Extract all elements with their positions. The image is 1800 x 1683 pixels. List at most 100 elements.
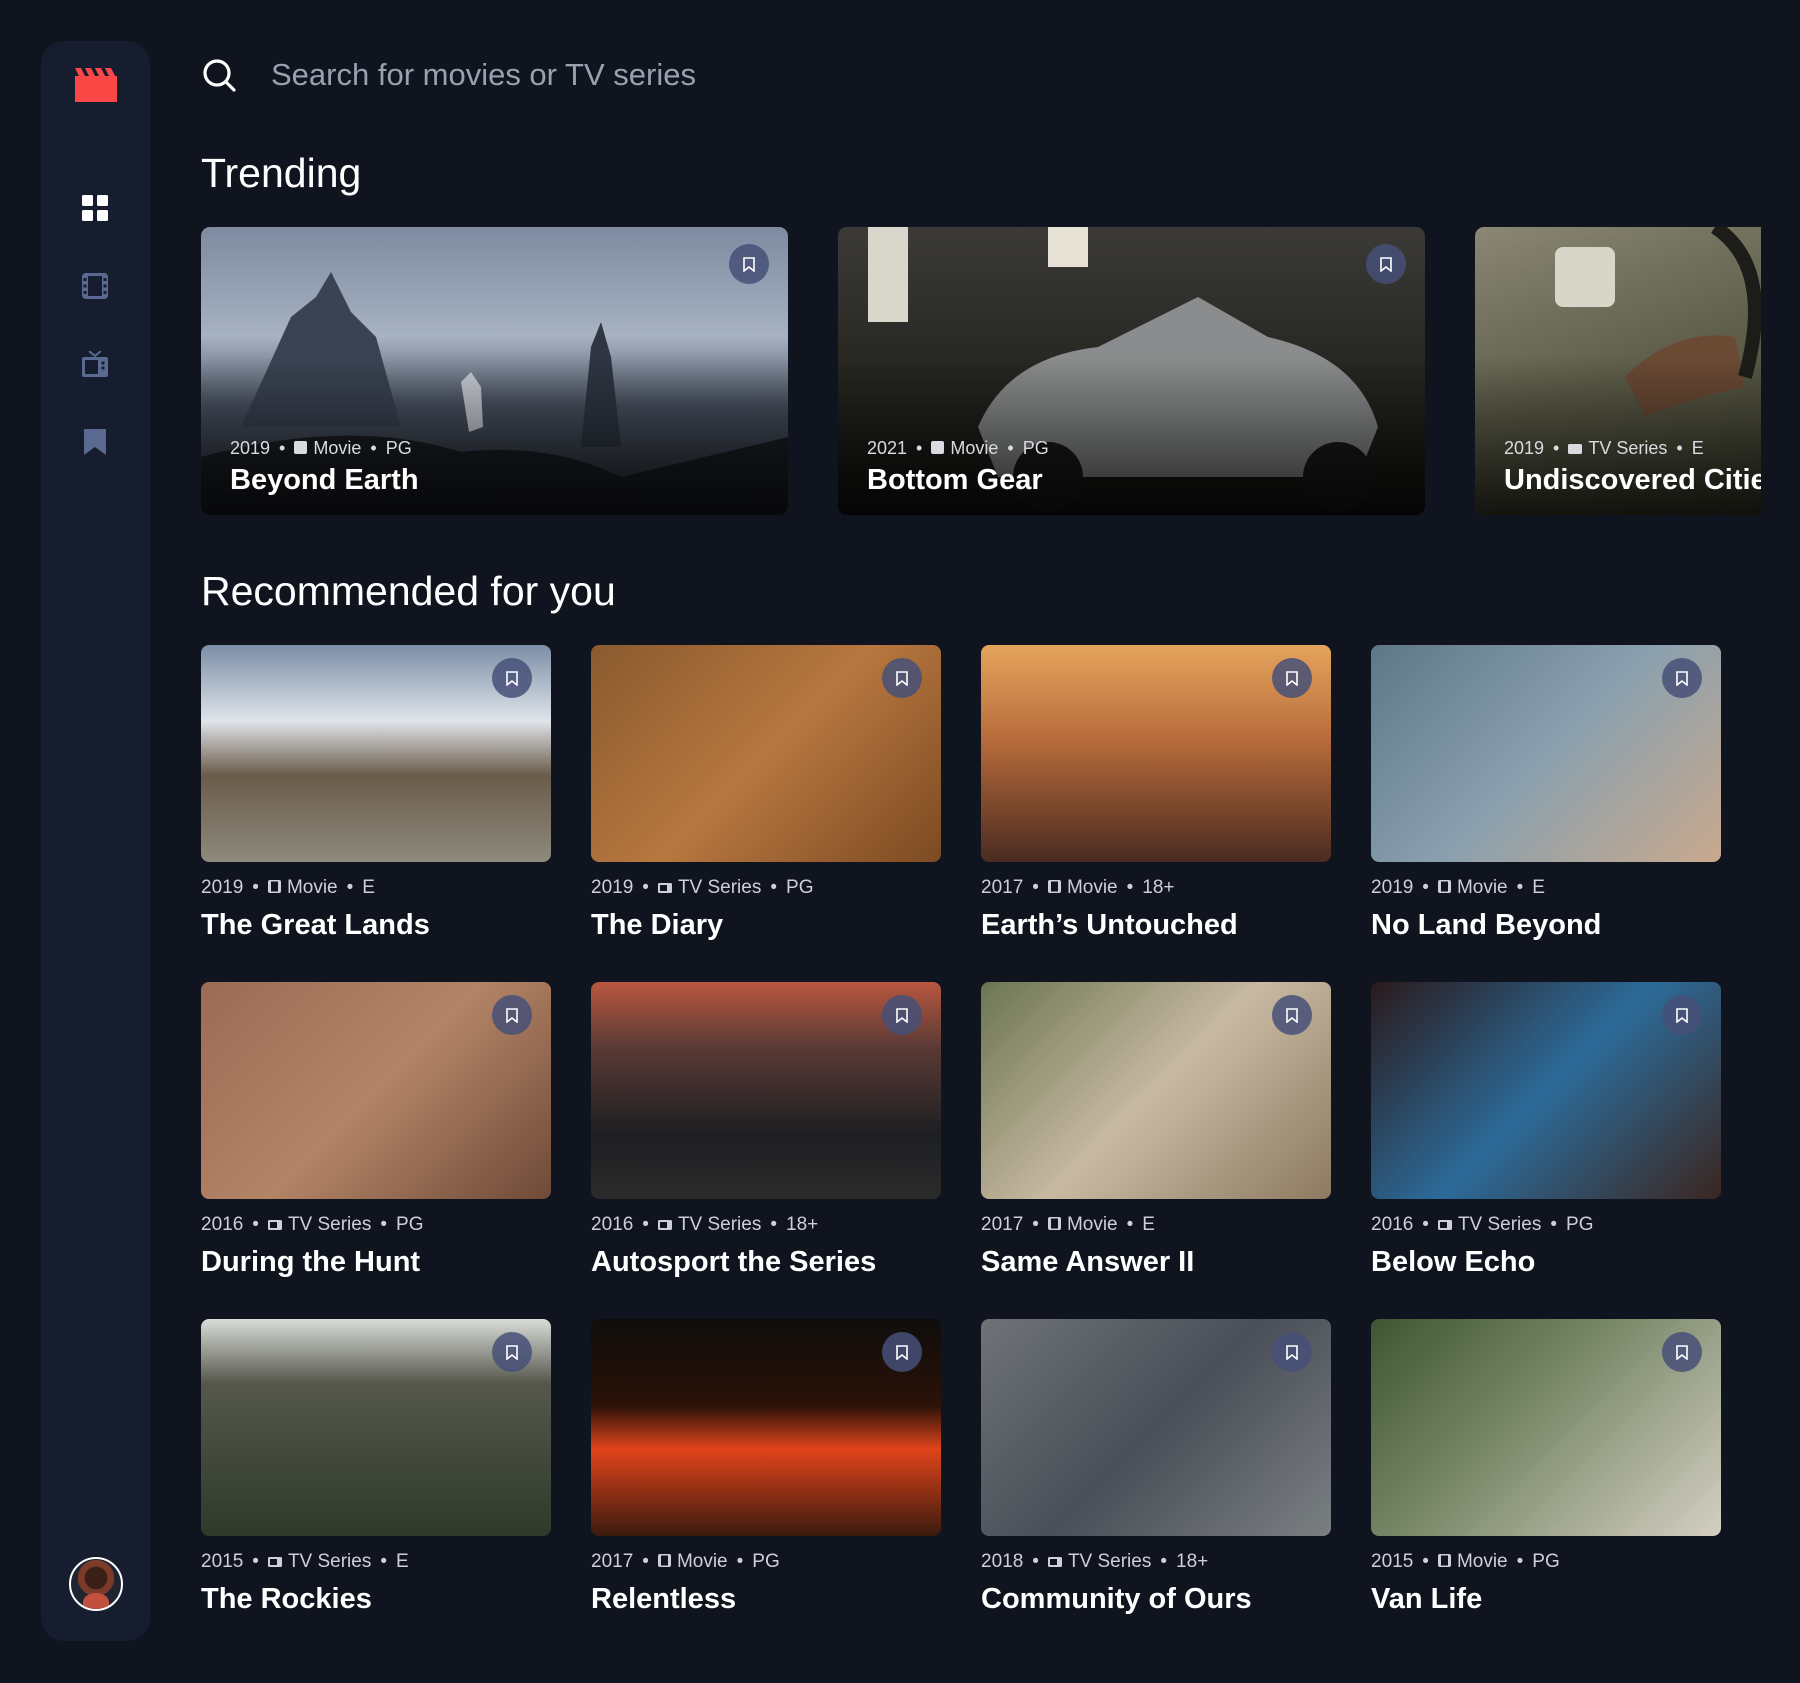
thumbnail[interactable] — [201, 1319, 551, 1536]
trend-title: Bottom Gear — [867, 464, 1043, 496]
recommended-card[interactable]: 2016 • TV Series • 18+ Autosport the Series — [591, 982, 941, 1279]
thumbnail[interactable] — [981, 1319, 1331, 1536]
tv-category-icon — [657, 877, 672, 899]
thumbnail[interactable] — [1371, 1319, 1721, 1536]
thumbnail[interactable] — [981, 982, 1331, 1199]
trend-meta: 2021 • Movie • PG — [867, 438, 1049, 458]
tv-category-icon — [1437, 1214, 1452, 1236]
thumbnail[interactable] — [591, 645, 941, 862]
bookmark-button[interactable] — [1272, 1332, 1312, 1372]
movie-category-icon — [294, 438, 308, 459]
tv-category-icon — [657, 1214, 672, 1236]
recommended-card[interactable]: 2016 • TV Series • PG During the Hunt — [201, 982, 551, 1279]
card-title: Van Life — [1371, 1583, 1483, 1615]
nav-tv-series[interactable] — [78, 347, 112, 381]
bookmark-button[interactable] — [492, 995, 532, 1035]
tv-category-icon — [267, 1551, 282, 1573]
card-meta: 2016 • TV Series • PG — [201, 1214, 424, 1236]
card-title: No Land Beyond — [1371, 909, 1602, 941]
bookmark-button[interactable] — [492, 658, 532, 698]
nav-movies[interactable] — [78, 269, 112, 303]
movies-icon — [82, 273, 108, 299]
movie-category-icon — [657, 1551, 671, 1573]
card-meta: 2019 • TV Series • PG — [591, 877, 814, 899]
trending-card[interactable]: 2019 • Movie • PG Beyond Earth — [201, 227, 788, 515]
card-title: The Rockies — [201, 1583, 372, 1615]
bookmark-button[interactable] — [729, 244, 769, 284]
bookmark-button[interactable] — [1662, 995, 1702, 1035]
thumbnail[interactable] — [1371, 645, 1721, 862]
thumbnail[interactable] — [591, 1319, 941, 1536]
recommended-card[interactable]: 2019 • Movie • E The Great Lands — [201, 645, 551, 942]
bookmark-outline-icon — [1676, 1344, 1688, 1360]
thumbnail[interactable] — [201, 645, 551, 862]
bookmark-button[interactable] — [492, 1332, 532, 1372]
bookmark-outline-icon — [743, 256, 755, 272]
bookmark-button[interactable] — [882, 995, 922, 1035]
movie-category-icon — [1047, 1214, 1061, 1236]
card-title: Autosport the Series — [591, 1246, 877, 1278]
tv-category-icon — [267, 1214, 282, 1236]
recommended-card[interactable]: 2017 • Movie • E Same Answer II — [981, 982, 1331, 1279]
sidebar — [41, 41, 150, 1641]
card-title: Relentless — [591, 1583, 737, 1615]
bookmark-button[interactable] — [1272, 995, 1312, 1035]
trend-title: Beyond Earth — [230, 464, 419, 496]
recommended-card[interactable]: 2015 • Movie • PG Van Life — [1371, 1319, 1721, 1616]
trending-heading: Trending — [201, 150, 362, 196]
nav-bookmarks[interactable] — [78, 425, 112, 459]
trending-card[interactable]: 2021 • Movie • PG Bottom Gear — [838, 227, 1425, 515]
bookmark-outline-icon — [506, 670, 518, 686]
card-meta: 2018 • TV Series • 18+ — [981, 1551, 1209, 1573]
movie-category-icon — [1047, 877, 1061, 899]
bookmark-button[interactable] — [1662, 658, 1702, 698]
recommended-card[interactable]: 2018 • TV Series • 18+ Community of Ours — [981, 1319, 1331, 1616]
card-meta: 2015 • TV Series • E — [201, 1551, 409, 1573]
thumbnail[interactable] — [1371, 982, 1721, 1199]
recommended-card[interactable]: 2017 • Movie • PG Relentless — [591, 1319, 941, 1616]
home-grid-icon — [82, 195, 108, 221]
bookmark-button[interactable] — [882, 1332, 922, 1372]
card-title: Same Answer II — [981, 1246, 1195, 1278]
bookmark-button[interactable] — [1272, 658, 1312, 698]
search-bar — [201, 52, 1751, 98]
bookmark-outline-icon — [896, 1344, 908, 1360]
card-meta: 2015 • Movie • PG — [1371, 1551, 1560, 1573]
thumbnail[interactable] — [201, 982, 551, 1199]
card-title: The Great Lands — [201, 909, 430, 941]
bookmark-outline-icon — [896, 1007, 908, 1023]
tv-series-icon — [82, 351, 108, 377]
recommended-card[interactable]: 2016 • TV Series • PG Below Echo — [1371, 982, 1721, 1279]
bookmark-button[interactable] — [882, 658, 922, 698]
film-clapper-icon[interactable] — [75, 68, 117, 102]
card-meta: 2017 • Movie • 18+ — [981, 877, 1175, 899]
trend-title: Undiscovered Cities — [1504, 464, 1761, 496]
card-title: During the Hunt — [201, 1246, 421, 1278]
recommended-card[interactable]: 2017 • Movie • 18+ Earth’s Untouched — [981, 645, 1331, 942]
bookmark-button[interactable] — [1662, 1332, 1702, 1372]
nav-home[interactable] — [78, 191, 112, 225]
trending-carousel[interactable]: 2019 • Movie • PG Beyond Earth 2021 • Movie • PG… — [201, 227, 1761, 515]
recommended-card[interactable]: 2019 • TV Series • PG The Diary — [591, 645, 941, 942]
bookmark-outline-icon — [1286, 670, 1298, 686]
thumbnail[interactable] — [591, 982, 941, 1199]
recommended-card[interactable]: 2019 • Movie • E No Land Beyond — [1371, 645, 1721, 942]
user-avatar[interactable] — [69, 1557, 123, 1611]
card-title: Below Echo — [1371, 1246, 1536, 1278]
bookmark-outline-icon — [1676, 670, 1688, 686]
bookmark-outline-icon — [1286, 1344, 1298, 1360]
search-input[interactable] — [271, 57, 1471, 93]
movie-category-icon — [1437, 1551, 1451, 1573]
bookmark-outline-icon — [1286, 1007, 1298, 1023]
bookmark-outline-icon — [506, 1007, 518, 1023]
search-icon — [203, 59, 236, 92]
trending-card[interactable]: 2019 • TV Series • E Undiscovered Cities — [1475, 227, 1761, 515]
card-meta: 2016 • TV Series • PG — [1371, 1214, 1594, 1236]
recommended-card[interactable]: 2015 • TV Series • E The Rockies — [201, 1319, 551, 1616]
bookmark-outline-icon — [1676, 1007, 1688, 1023]
card-meta: 2017 • Movie • E — [981, 1214, 1155, 1236]
thumbnail[interactable] — [981, 645, 1331, 862]
tv-category-icon — [1568, 438, 1583, 459]
bookmark-button[interactable] — [1366, 244, 1406, 284]
tv-category-icon — [1047, 1551, 1062, 1573]
